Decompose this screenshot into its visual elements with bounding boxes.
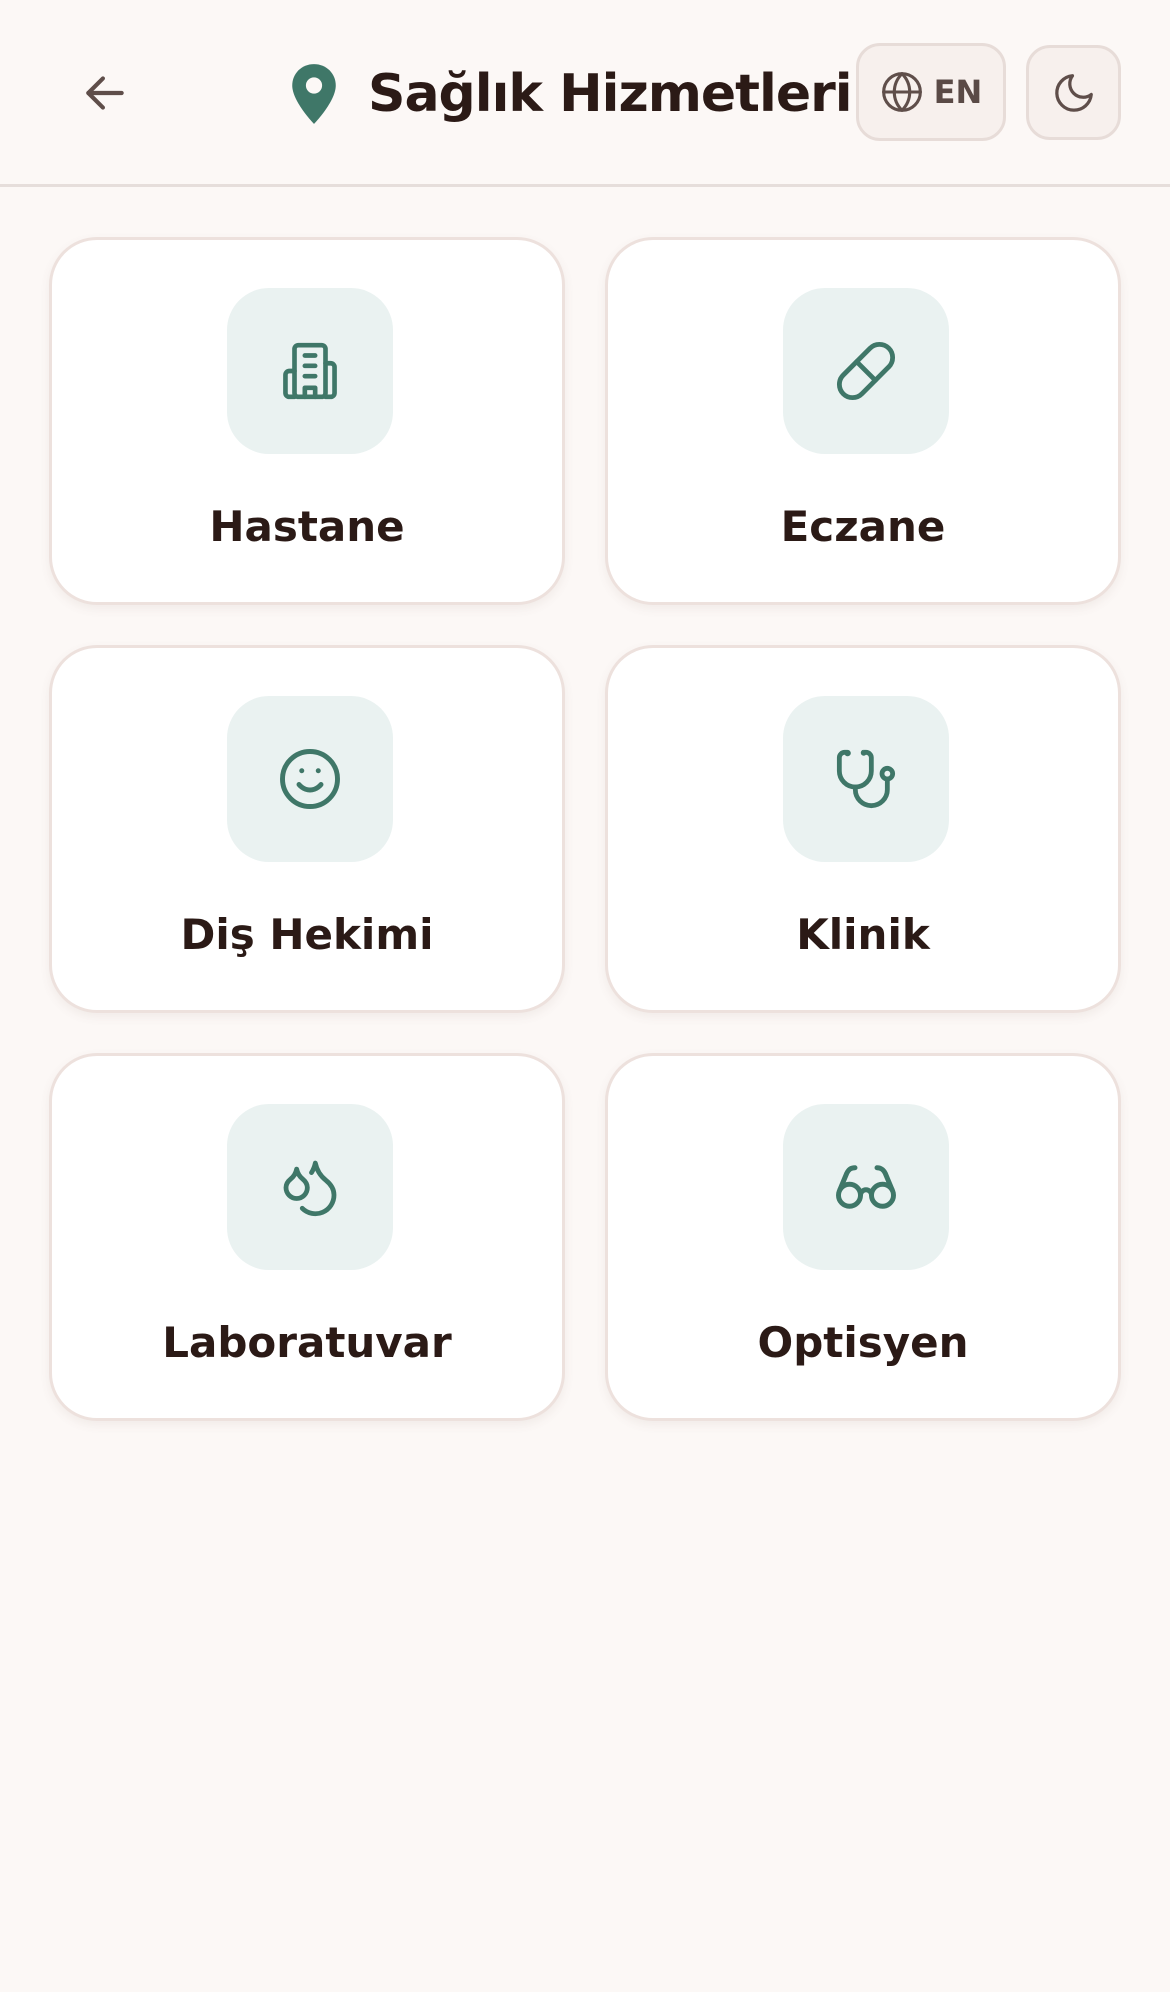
category-grid: Hastane Eczane Diş Hekimi Klinik Laborat… — [49, 237, 1121, 1421]
app-header: Sağlık Hizmetleri EN — [0, 0, 1170, 187]
category-label: Eczane — [780, 502, 946, 551]
category-label: Hastane — [209, 502, 405, 551]
category-card-laboratuvar[interactable]: Laboratuvar — [49, 1053, 565, 1421]
page-title: Sağlık Hizmetleri — [368, 64, 853, 124]
arrow-left-icon — [80, 68, 130, 118]
droplets-icon — [278, 1155, 342, 1219]
language-toggle-button[interactable]: EN — [856, 43, 1006, 141]
back-button[interactable] — [70, 58, 140, 128]
pill-icon — [834, 339, 898, 403]
glasses-icon — [833, 1154, 899, 1220]
category-card-optisyen[interactable]: Optisyen — [605, 1053, 1121, 1421]
category-label: Optisyen — [757, 1318, 969, 1367]
category-label: Diş Hekimi — [180, 910, 434, 959]
category-card-dis-hekimi[interactable]: Diş Hekimi — [49, 645, 565, 1013]
map-pin-icon — [288, 62, 340, 126]
icon-tile — [783, 1104, 949, 1270]
icon-tile — [227, 1104, 393, 1270]
building-icon — [279, 340, 341, 402]
icon-tile — [227, 696, 393, 862]
icon-tile — [783, 696, 949, 862]
category-card-eczane[interactable]: Eczane — [605, 237, 1121, 605]
globe-icon — [880, 70, 924, 114]
language-label: EN — [933, 73, 983, 111]
category-card-hastane[interactable]: Hastane — [49, 237, 565, 605]
moon-icon — [1051, 70, 1097, 116]
category-label: Laboratuvar — [162, 1318, 452, 1367]
theme-toggle-button[interactable] — [1026, 45, 1121, 140]
title-group: Sağlık Hizmetleri — [288, 54, 853, 134]
icon-tile — [783, 288, 949, 454]
stethoscope-icon — [834, 747, 898, 811]
icon-tile — [227, 288, 393, 454]
category-card-klinik[interactable]: Klinik — [605, 645, 1121, 1013]
smile-icon — [277, 746, 343, 812]
category-label: Klinik — [796, 910, 930, 959]
